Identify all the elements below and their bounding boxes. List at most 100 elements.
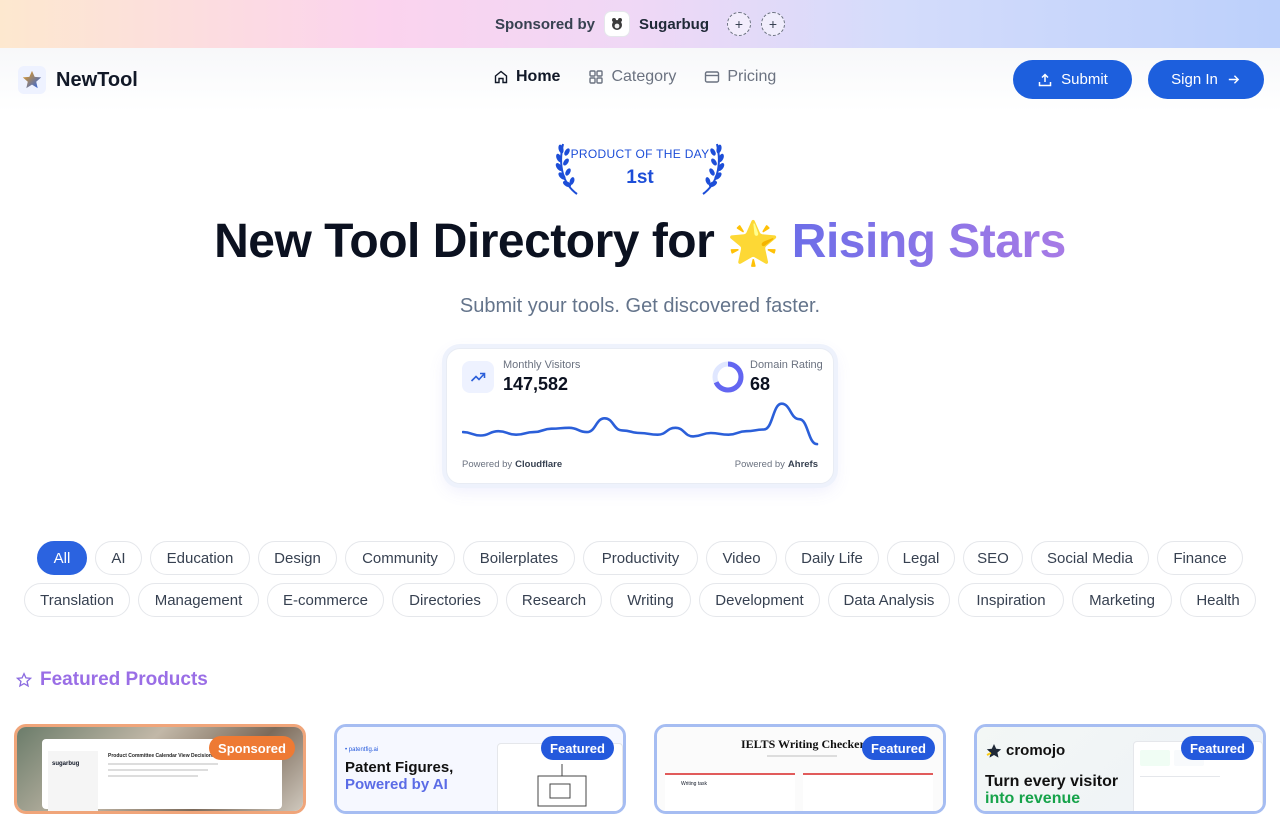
preview-panel: Writing task xyxy=(665,773,795,811)
hero-title-highlight: Rising Stars xyxy=(791,215,1067,268)
category-pill[interactable]: Daily Life xyxy=(785,541,879,575)
preview-logo: cromojo xyxy=(985,742,1065,759)
sponsored-badge: Sponsored xyxy=(209,736,295,760)
site-header: NewTool Home Category Pricing Submit Sig… xyxy=(0,48,1280,112)
category-pill[interactable]: Boilerplates xyxy=(463,541,575,575)
preview-sidebar xyxy=(48,751,98,811)
brand-name: NewTool xyxy=(56,68,138,91)
main-nav: Home Category Pricing xyxy=(493,68,776,86)
category-pill[interactable]: E-commerce xyxy=(267,583,384,617)
sponsor-bar: Sponsored by Sugarbug + + xyxy=(0,0,1280,48)
card-icon xyxy=(705,71,720,83)
preview-site-name: • patentfig.ai xyxy=(345,747,379,753)
category-pill[interactable]: Development xyxy=(699,583,820,617)
glowing-star-icon: 🌟 xyxy=(727,219,779,266)
domain-rating-value: 68 xyxy=(750,374,771,394)
star-outline-icon xyxy=(16,672,32,688)
category-pill[interactable]: Writing xyxy=(610,583,691,617)
preview-line xyxy=(108,775,198,777)
preview-line xyxy=(767,755,837,757)
category-pill[interactable]: Design xyxy=(258,541,337,575)
brand-link[interactable]: NewTool xyxy=(18,66,138,94)
category-pill[interactable]: Management xyxy=(138,583,259,617)
preview-headline-2: into revenue xyxy=(985,790,1081,807)
hero-title: New Tool Directory for 🌟 Rising Stars xyxy=(0,214,1280,269)
preview-line xyxy=(108,763,218,765)
preview-logo-text: sugarbug xyxy=(52,761,80,767)
award-title: PRODUCT OF THE DAY xyxy=(570,147,710,161)
product-of-the-day-badge[interactable]: PRODUCT OF THE DAY 1st xyxy=(555,138,725,196)
domain-rating-label: Domain Rating xyxy=(750,359,823,371)
preview-stat xyxy=(1140,750,1170,766)
category-pill[interactable]: Data Analysis xyxy=(828,583,950,617)
stats-card: Monthly Visitors 147,582 Domain Rating 6… xyxy=(446,348,834,484)
category-pill[interactable]: Social Media xyxy=(1031,541,1149,575)
hero-subtitle: Submit your tools. Get discovered faster… xyxy=(459,295,821,317)
category-pill[interactable]: Directories xyxy=(392,583,498,617)
hero-title-main: New Tool Directory for xyxy=(214,215,715,268)
sponsor-logo-icon[interactable] xyxy=(605,12,629,36)
visitors-sparkline xyxy=(462,402,819,446)
arrow-right-icon xyxy=(1228,75,1240,84)
featured-badge: Featured xyxy=(541,736,614,760)
trending-up-icon xyxy=(462,361,494,393)
category-pill[interactable]: Legal xyxy=(887,541,955,575)
sponsor-label: Sponsored by xyxy=(494,15,595,33)
category-pill[interactable]: Marketing xyxy=(1072,583,1172,617)
featured-badge: Featured xyxy=(1181,736,1254,760)
nav-pricing[interactable]: Pricing xyxy=(704,68,776,86)
add-sponsor-slot-button[interactable]: + xyxy=(761,12,785,36)
preview-headline-1: Patent Figures, xyxy=(345,759,454,776)
preview-logo-text: cromojo xyxy=(1006,742,1066,759)
award-rank: 1st xyxy=(626,167,654,188)
category-pill[interactable]: Video xyxy=(706,541,777,575)
category-pill[interactable]: Community xyxy=(345,541,455,575)
visitors-value: 147,582 xyxy=(503,374,569,394)
powered-by-ahrefs[interactable]: Powered by Ahrefs xyxy=(735,459,818,470)
category-pill[interactable]: Health xyxy=(1180,583,1256,617)
preview-panel xyxy=(803,773,933,811)
category-pill[interactable]: SEO xyxy=(963,541,1023,575)
submit-button[interactable]: Submit xyxy=(1013,60,1132,99)
preview-line xyxy=(108,769,208,771)
cloudflare-brand: Cloudflare xyxy=(515,459,563,470)
nav-category[interactable]: Category xyxy=(588,68,676,86)
nav-home-label: Home xyxy=(516,68,561,85)
category-pill[interactable]: Inspiration xyxy=(958,583,1064,617)
featured-products-heading: Featured Products xyxy=(16,669,208,691)
nav-home[interactable]: Home xyxy=(493,68,560,86)
preview-heading: Product Committee Calendar View Decision… xyxy=(108,753,215,759)
add-sponsor-slot-button[interactable]: + xyxy=(727,12,751,36)
category-pill[interactable]: Translation xyxy=(24,583,130,617)
sponsor-name-link[interactable]: Sugarbug xyxy=(639,16,709,33)
category-pill[interactable]: Finance xyxy=(1157,541,1243,575)
featured-badge: Featured xyxy=(862,736,935,760)
preview-line xyxy=(1140,776,1220,777)
submit-label: Submit xyxy=(1061,71,1108,88)
preview-headline-2: Powered by AI xyxy=(345,776,448,793)
sign-in-label: Sign In xyxy=(1171,71,1218,88)
home-icon xyxy=(494,70,508,84)
category-pill[interactable]: Productivity xyxy=(583,541,698,575)
category-pill-all[interactable]: All xyxy=(37,541,87,575)
grid-icon xyxy=(589,70,604,84)
powered-by-prefix: Powered by xyxy=(734,459,785,470)
preview-panel-label: Writing task xyxy=(681,781,708,787)
nav-pricing-label: Pricing xyxy=(727,68,777,85)
upload-icon xyxy=(1038,72,1052,86)
star-logo-icon xyxy=(18,66,46,94)
preview-headline-1: Turn every visitor xyxy=(985,773,1119,790)
category-pill[interactable]: AI xyxy=(95,541,142,575)
category-pill[interactable]: Education xyxy=(150,541,250,575)
domain-rating-donut xyxy=(712,361,744,393)
powered-by-cloudflare[interactable]: Powered by Cloudflare xyxy=(462,459,562,470)
featured-products-title: Featured Products xyxy=(40,669,208,690)
nav-category-label: Category xyxy=(611,68,677,85)
powered-by-prefix: Powered by xyxy=(462,459,513,470)
category-pill[interactable]: Research xyxy=(506,583,602,617)
visitors-label: Monthly Visitors xyxy=(503,359,581,371)
ahrefs-brand: Ahrefs xyxy=(787,459,818,470)
preview-headline: IELTS Writing Checker xyxy=(741,737,865,751)
sign-in-button[interactable]: Sign In xyxy=(1148,60,1264,99)
cromojo-star-icon xyxy=(986,743,1002,758)
